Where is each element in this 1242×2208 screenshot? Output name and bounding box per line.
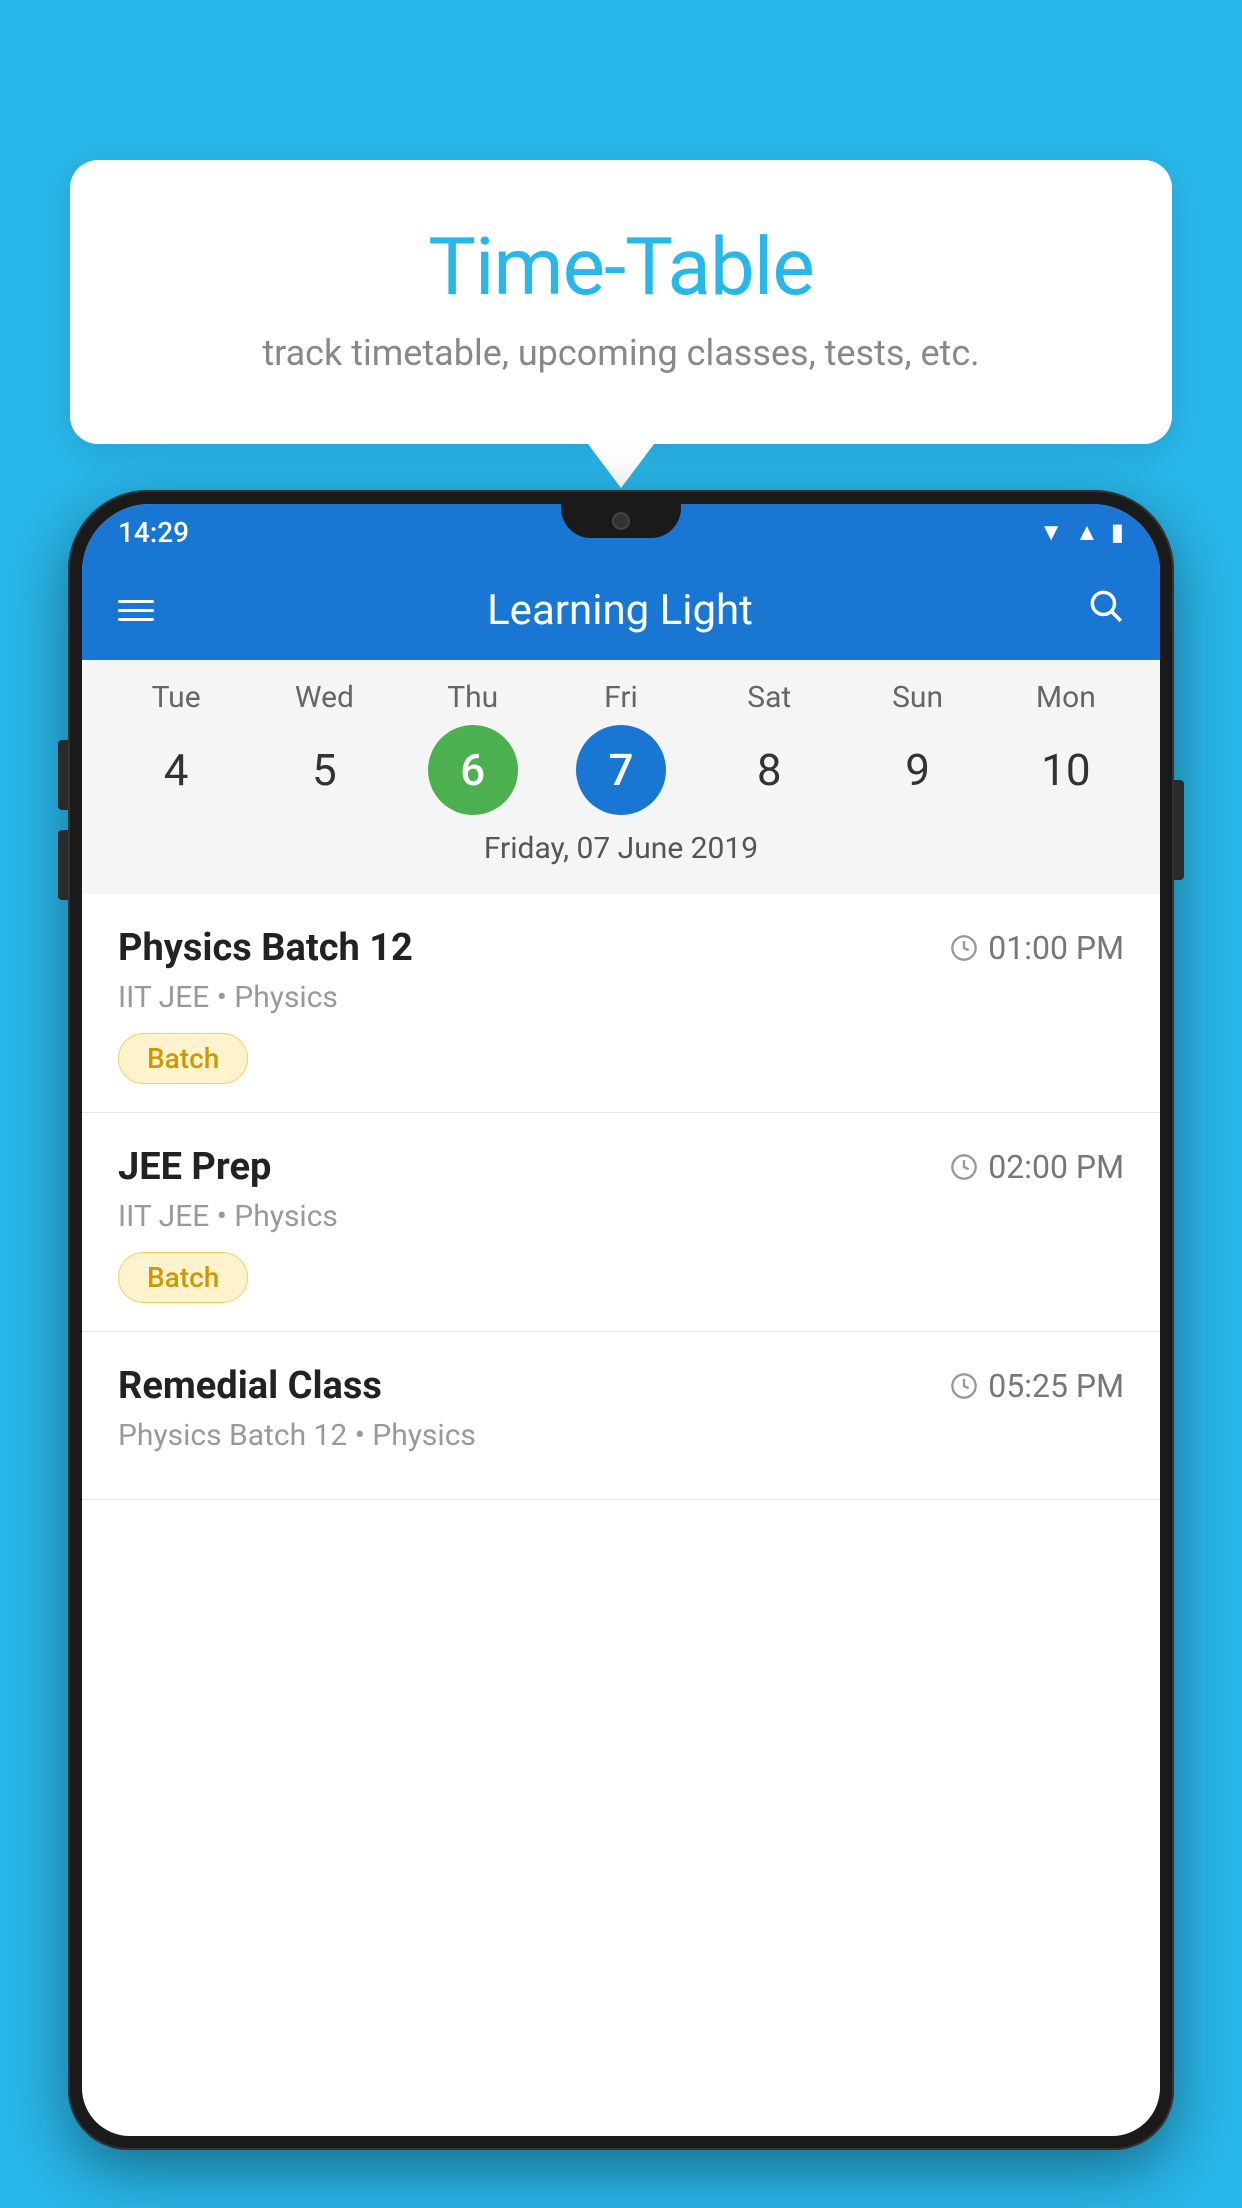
day-headers: Tue Wed Thu Fri Sat Sun Mon xyxy=(82,680,1160,715)
calendar-day-5[interactable]: 5 xyxy=(279,725,369,815)
phone-frame: 14:29 ▼ ▲ ▮ Learning Light xyxy=(68,490,1174,2150)
clock-icon-1 xyxy=(950,934,978,962)
day-header-sat: Sat xyxy=(695,680,843,715)
tooltip-card: Time-Table track timetable, upcoming cla… xyxy=(70,160,1172,444)
tooltip-subtitle: track timetable, upcoming classes, tests… xyxy=(130,332,1112,374)
tooltip-title: Time-Table xyxy=(130,220,1112,314)
batch-badge-2: Batch xyxy=(118,1252,248,1303)
menu-button[interactable] xyxy=(118,594,154,627)
phone-screen: 14:29 ▼ ▲ ▮ Learning Light xyxy=(82,504,1160,2136)
app-bar: Learning Light xyxy=(82,560,1160,660)
day-header-thu: Thu xyxy=(399,680,547,715)
schedule-item-jee-prep[interactable]: JEE Prep 02:00 PM IIT JEE • Physics Batc… xyxy=(82,1113,1160,1332)
schedule-time-3: 05:25 PM xyxy=(950,1367,1124,1405)
clock-icon-2 xyxy=(950,1153,978,1181)
wifi-icon: ▼ xyxy=(1039,518,1063,547)
schedule-time-1: 01:00 PM xyxy=(950,929,1124,967)
calendar-day-10[interactable]: 10 xyxy=(1021,725,1111,815)
schedule-subtitle-2: IIT JEE • Physics xyxy=(118,1199,1124,1234)
schedule-item-header-3: Remedial Class 05:25 PM xyxy=(118,1364,1124,1408)
app-title: Learning Light xyxy=(154,586,1086,635)
schedule-item-remedial[interactable]: Remedial Class 05:25 PM Physics Batch 12… xyxy=(82,1332,1160,1500)
calendar-day-7-selected[interactable]: 7 xyxy=(576,725,666,815)
day-header-wed: Wed xyxy=(250,680,398,715)
clock-icon-3 xyxy=(950,1372,978,1400)
schedule-title-1: Physics Batch 12 xyxy=(118,926,413,970)
schedule-subtitle-3: Physics Batch 12 • Physics xyxy=(118,1418,1124,1453)
volume-button-up xyxy=(58,740,68,810)
calendar-day-4[interactable]: 4 xyxy=(131,725,221,815)
calendar-day-8[interactable]: 8 xyxy=(724,725,814,815)
day-numbers: 4 5 6 7 8 9 10 xyxy=(82,725,1160,815)
calendar-day-9[interactable]: 9 xyxy=(873,725,963,815)
day-header-sun: Sun xyxy=(843,680,991,715)
volume-button-down xyxy=(58,830,68,900)
battery-icon: ▮ xyxy=(1111,518,1124,546)
day-header-tue: Tue xyxy=(102,680,250,715)
day-header-fri: Fri xyxy=(547,680,695,715)
notch xyxy=(561,504,681,538)
schedule-time-2: 02:00 PM xyxy=(950,1148,1124,1186)
status-time: 14:29 xyxy=(118,516,189,549)
power-button xyxy=(1174,780,1184,880)
batch-badge-1: Batch xyxy=(118,1033,248,1084)
status-icons: ▼ ▲ ▮ xyxy=(1039,518,1124,547)
schedule-title-3: Remedial Class xyxy=(118,1364,382,1408)
schedule-list: Physics Batch 12 01:00 PM IIT JEE • Phys… xyxy=(82,894,1160,1500)
schedule-title-2: JEE Prep xyxy=(118,1145,271,1189)
signal-icon: ▲ xyxy=(1075,518,1099,547)
search-button[interactable] xyxy=(1086,586,1124,634)
schedule-item-header-2: JEE Prep 02:00 PM xyxy=(118,1145,1124,1189)
selected-date-label: Friday, 07 June 2019 xyxy=(82,815,1160,884)
schedule-subtitle-1: IIT JEE • Physics xyxy=(118,980,1124,1015)
calendar-strip: Tue Wed Thu Fri Sat Sun Mon 4 5 6 7 8 9 … xyxy=(82,660,1160,894)
calendar-day-6-today[interactable]: 6 xyxy=(428,725,518,815)
day-header-mon: Mon xyxy=(992,680,1140,715)
schedule-item-header: Physics Batch 12 01:00 PM xyxy=(118,926,1124,970)
front-camera xyxy=(612,512,630,530)
phone-wrapper: 14:29 ▼ ▲ ▮ Learning Light xyxy=(68,490,1174,2208)
schedule-item-physics-batch-12[interactable]: Physics Batch 12 01:00 PM IIT JEE • Phys… xyxy=(82,894,1160,1113)
